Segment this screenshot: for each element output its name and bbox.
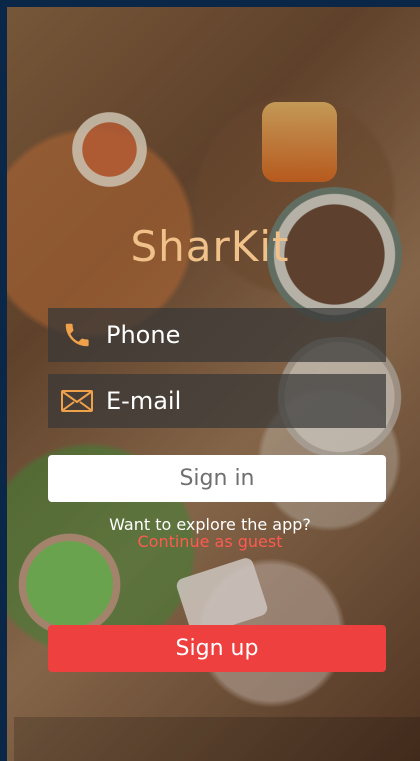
phone-field[interactable]: Phone (48, 308, 386, 362)
bottom-bar (14, 717, 420, 761)
mail-icon (48, 388, 106, 414)
phone-label: Phone (106, 321, 181, 349)
email-field[interactable]: E-mail (48, 374, 386, 428)
app-title: SharKit (130, 222, 290, 271)
signup-button[interactable]: Sign up (48, 625, 386, 672)
email-label: E-mail (106, 387, 182, 415)
phone-icon (48, 320, 106, 350)
signin-button[interactable]: Sign in (48, 455, 386, 502)
continue-guest-link[interactable]: Continue as guest (0, 532, 420, 551)
